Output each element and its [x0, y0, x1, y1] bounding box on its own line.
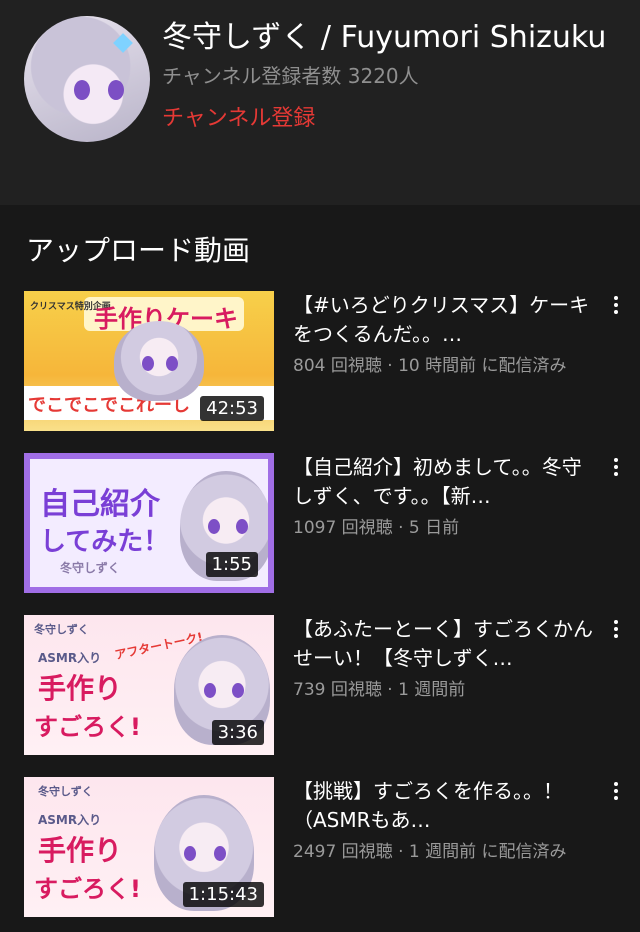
video-thumbnail[interactable]: 冬守しずく ASMR入り アフタートーク! 手作り すごろく! 3:36: [24, 615, 274, 755]
character-eye: [214, 846, 226, 862]
thumb-caption: 冬守しずく: [60, 561, 120, 575]
thumb-caption: 冬守しずく: [38, 785, 93, 798]
subscriber-count: チャンネル登録者数 3220人: [162, 64, 419, 88]
character-art: [114, 321, 204, 401]
avatar-eye-right: [108, 80, 124, 100]
video-meta: 804 回視聴 · 10 時間前 に配信済み: [293, 356, 567, 376]
thumb-caption: すごろく!: [34, 713, 141, 741]
more-vert-icon[interactable]: [606, 293, 626, 319]
video-thumbnail[interactable]: 冬守しずく ASMR入り 手作り すごろく! 1:15:43: [24, 777, 274, 917]
thumb-caption: 手作り: [38, 672, 123, 705]
video-item[interactable]: 自己紹介 してみた！ 冬守しずく 1:55 【自己紹介】初めまして。。冬守しずく…: [0, 453, 640, 593]
video-duration: 1:15:43: [182, 882, 264, 907]
video-meta: 2497 回視聴 · 1 週間前 に配信済み: [293, 842, 567, 862]
character-eye: [232, 683, 244, 699]
channel-name: 冬守しずく / Fuyumori Shizuku: [162, 20, 607, 55]
thumb-caption: 手作り: [38, 834, 123, 867]
thumb-caption: ASMR入り: [38, 651, 102, 665]
video-title[interactable]: 【#いろどりクリスマス】ケーキをつくるんだ。。…: [293, 291, 593, 349]
channel-avatar[interactable]: [24, 16, 150, 142]
character-eye: [204, 683, 216, 699]
video-duration: 42:53: [200, 396, 264, 421]
video-item[interactable]: 冬守しずく ASMR入り 手作り すごろく! 1:15:43 【挑戦】すごろくを…: [0, 777, 640, 917]
thumb-caption: 冬守しずく: [34, 623, 89, 636]
video-item[interactable]: 冬守しずく ASMR入り アフタートーク! 手作り すごろく! 3:36 【あふ…: [0, 615, 640, 755]
hair-ornament-icon: [113, 33, 133, 53]
video-duration: 1:55: [205, 552, 258, 577]
video-meta: 1097 回視聴 · 5 日前: [293, 518, 460, 538]
thumb-caption: すごろく!: [34, 875, 141, 903]
more-vert-icon[interactable]: [606, 779, 626, 805]
thumb-caption: 自己紹介: [40, 487, 160, 522]
character-eye: [208, 519, 220, 535]
avatar-eye-left: [74, 80, 90, 100]
video-meta: 739 回視聴 · 1 週間前: [293, 680, 466, 700]
character-eye: [184, 846, 196, 862]
character-eye: [236, 519, 248, 535]
uploads-section: アップロード動画 クリスマス特別企画 手作りケーキ でこでこでこれーし 42:5…: [0, 205, 640, 932]
thumb-caption: ASMR入り: [38, 813, 102, 827]
video-title[interactable]: 【あふたーとーく】すごろくかんせーい！【冬守しずく…: [293, 615, 593, 673]
section-title: アップロード動画: [26, 234, 251, 267]
thumb-caption: してみた！: [40, 527, 170, 557]
more-vert-icon[interactable]: [606, 455, 626, 481]
character-eye: [142, 356, 154, 372]
video-thumbnail[interactable]: 自己紹介 してみた！ 冬守しずく 1:55: [24, 453, 274, 593]
subscribe-button[interactable]: チャンネル登録: [162, 100, 315, 132]
channel-header: 冬守しずく / Fuyumori Shizuku チャンネル登録者数 3220人…: [0, 0, 640, 205]
video-title[interactable]: 【挑戦】すごろくを作る。。！（ASMRもあ…: [293, 777, 593, 835]
character-eye: [166, 356, 178, 372]
video-duration: 3:36: [211, 720, 264, 745]
video-item[interactable]: クリスマス特別企画 手作りケーキ でこでこでこれーし 42:53 【#いろどりク…: [0, 291, 640, 431]
video-title[interactable]: 【自己紹介】初めまして。。冬守しずく、です。。【新…: [293, 453, 593, 511]
video-thumbnail[interactable]: クリスマス特別企画 手作りケーキ でこでこでこれーし 42:53: [24, 291, 274, 431]
more-vert-icon[interactable]: [606, 617, 626, 643]
